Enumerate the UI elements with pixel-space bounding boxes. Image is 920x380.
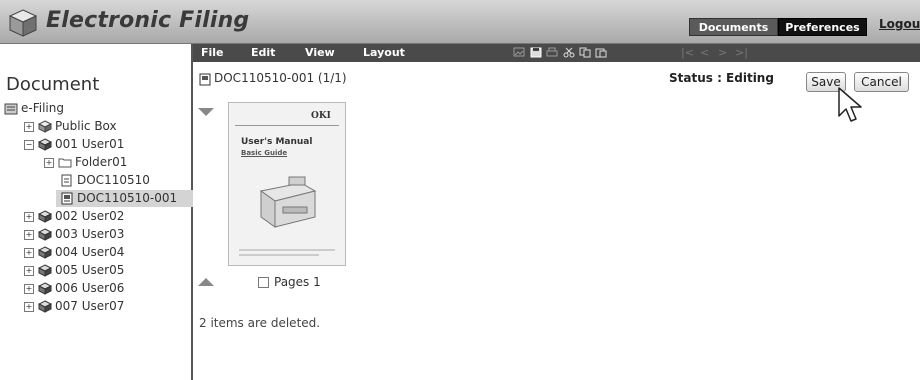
expand-icon[interactable]: + <box>24 121 34 132</box>
tree-item-doc110510[interactable]: DOC110510 <box>60 172 150 189</box>
user-box-icon <box>38 210 52 223</box>
mouse-pointer-icon <box>838 87 862 122</box>
tree-item-user04[interactable]: +004 User04 <box>24 244 124 261</box>
pages-checkbox[interactable] <box>258 277 269 288</box>
tree-item-label: 001 User01 <box>55 137 125 151</box>
menu-layout[interactable]: Layout <box>363 46 405 59</box>
tree-item-label: Public Box <box>55 119 117 133</box>
print-icon[interactable] <box>546 47 558 58</box>
thumbnail-subheading: Basic Guide <box>241 149 288 157</box>
logout-link[interactable]: Logout <box>879 17 920 31</box>
expand-icon[interactable]: + <box>24 301 34 312</box>
tree-item-user06[interactable]: +006 User06 <box>24 280 124 297</box>
thumbnail-brand: OKI <box>311 111 331 121</box>
tree-item-label: 007 User07 <box>55 299 125 313</box>
tree-item-label: DOC110510 <box>77 173 150 187</box>
image-icon[interactable] <box>513 47 525 58</box>
public-box-icon <box>38 120 52 133</box>
tree-item-user01[interactable]: − 001 User01 <box>24 136 124 153</box>
tree-item-user03[interactable]: +003 User03 <box>24 226 124 243</box>
tab-preferences[interactable]: Preferences <box>778 18 867 36</box>
pages-label: Pages 1 <box>274 275 321 289</box>
tree-item-label: DOC110510-001 <box>77 191 178 205</box>
collapse-icon[interactable]: − <box>24 139 34 150</box>
document-title: DOC110510-001 (1/1) <box>214 71 347 85</box>
folder-icon <box>58 158 72 168</box>
efiling-logo-icon <box>8 9 38 37</box>
menu-edit[interactable]: Edit <box>251 46 275 59</box>
tree-item-user07[interactable]: +007 User07 <box>24 298 124 315</box>
expand-icon[interactable]: + <box>24 247 34 258</box>
status-text: Status : Editing <box>669 71 774 85</box>
tree-item-folder01[interactable]: + Folder01 <box>44 154 127 171</box>
user-box-icon <box>38 282 52 295</box>
tree-item-label: 002 User02 <box>55 209 125 223</box>
first-page-icon[interactable]: |< <box>681 46 694 59</box>
thumbnail-footer-line <box>239 249 335 251</box>
cut-icon[interactable] <box>563 47 575 58</box>
document-editing-icon <box>61 192 73 205</box>
efiling-icon <box>4 103 18 115</box>
tree-item-label: Folder01 <box>75 155 128 169</box>
last-page-icon[interactable]: >| <box>735 46 748 59</box>
status-message: 2 items are deleted. <box>199 316 321 330</box>
next-page-icon[interactable]: > <box>718 46 727 59</box>
tree-item-label: 006 User06 <box>55 281 125 295</box>
thumbnail-footer-line <box>239 254 319 256</box>
user-box-icon <box>38 228 52 241</box>
prev-page-icon[interactable]: < <box>700 46 709 59</box>
document-icon <box>61 174 72 187</box>
tree-item-label: 004 User04 <box>55 245 125 259</box>
tree-item-label: e-Filing <box>21 101 64 115</box>
menu-file[interactable]: File <box>201 46 224 59</box>
tree-item-efiling[interactable]: e-Filing <box>4 100 64 117</box>
thumbnail-rule <box>235 125 339 126</box>
page-thumbnail[interactable]: OKI User's Manual Basic Guide <box>228 102 346 266</box>
user-box-icon <box>38 246 52 259</box>
tree-item-label: 003 User03 <box>55 227 125 241</box>
paste-icon[interactable] <box>595 47 607 58</box>
copy-icon[interactable] <box>579 47 591 58</box>
document-editing-icon <box>199 73 211 86</box>
expand-icon[interactable]: + <box>24 265 34 276</box>
user-box-icon <box>38 264 52 277</box>
tree-item-label: 005 User05 <box>55 263 125 277</box>
expand-icon[interactable]: + <box>24 283 34 294</box>
save-icon[interactable] <box>530 47 542 58</box>
pages-selector[interactable]: Pages 1 <box>258 275 321 289</box>
tree-item-doc110510-001[interactable]: DOC110510-001 <box>56 190 193 207</box>
tree-item-user02[interactable]: +002 User02 <box>24 208 124 225</box>
tree-item-public-box[interactable]: + Public Box <box>24 118 117 135</box>
app-title: Electronic Filing <box>46 8 250 33</box>
user-box-icon <box>38 138 52 151</box>
printer-illustration-icon <box>259 176 317 228</box>
user-box-icon <box>38 300 52 313</box>
scroll-down-arrow-icon[interactable] <box>198 108 214 116</box>
expand-icon[interactable]: + <box>24 211 34 222</box>
tab-documents[interactable]: Documents <box>689 18 778 36</box>
thumbnail-heading: User's Manual <box>241 137 313 147</box>
expand-icon[interactable]: + <box>24 229 34 240</box>
menu-view[interactable]: View <box>305 46 335 59</box>
scroll-up-arrow-icon[interactable] <box>198 278 214 286</box>
tree-item-user05[interactable]: +005 User05 <box>24 262 124 279</box>
expand-icon[interactable]: + <box>44 157 54 168</box>
menu-bar: File Edit View Layout |< < > >| <box>193 44 920 62</box>
panel-title: Document <box>6 74 100 95</box>
app-header: Electronic Filing Documents Preferences … <box>0 0 920 44</box>
